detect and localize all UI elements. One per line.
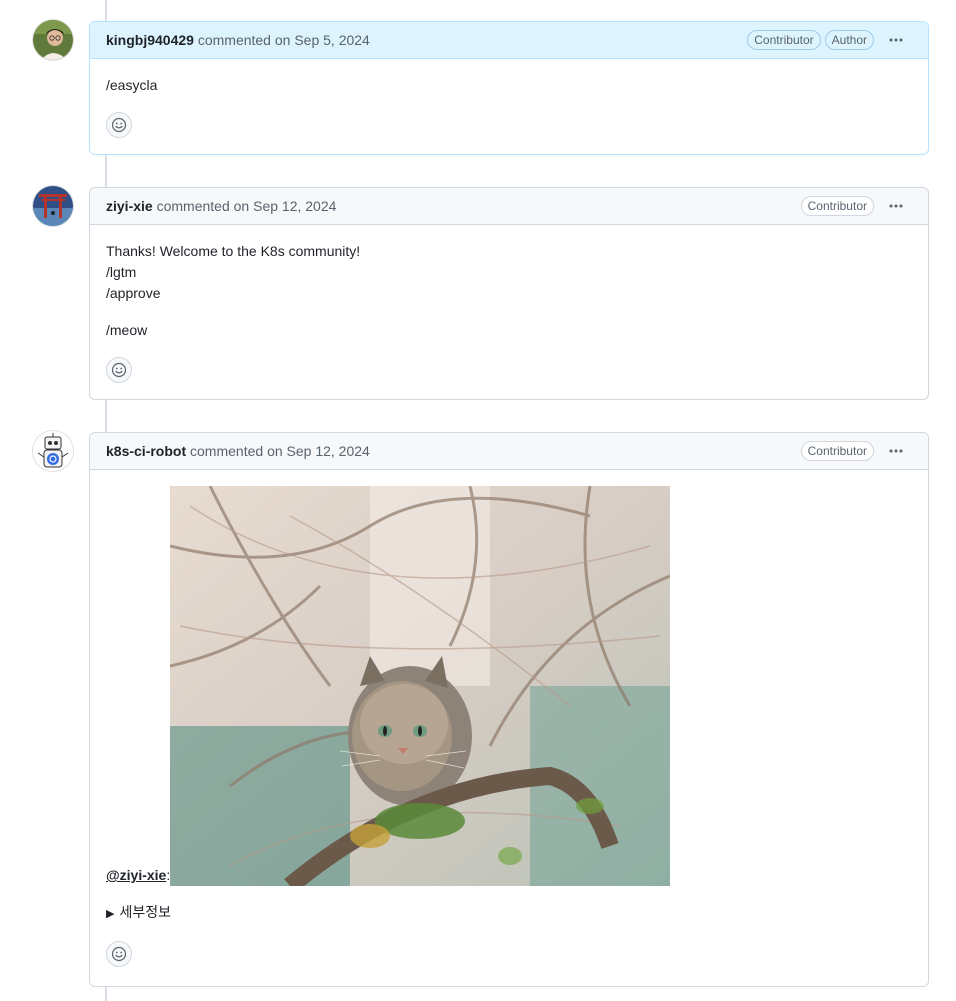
- contributor-badge: Contributor: [800, 196, 874, 216]
- comment-date-link[interactable]: on Sep 12, 2024: [234, 198, 337, 214]
- user-mention-link[interactable]: @ziyi-xie: [106, 867, 166, 883]
- contributor-badge: Contributor: [747, 30, 821, 50]
- comment-options-button[interactable]: [880, 26, 912, 54]
- details-label: 세부정보: [119, 904, 171, 920]
- comment-action-text: commented: [190, 443, 264, 459]
- avatar-kingbj940429[interactable]: [33, 20, 73, 60]
- kebab-horizontal-icon: [889, 38, 903, 42]
- add-reaction-button[interactable]: [106, 941, 132, 967]
- comment-header: ziyi-xie commented on Sep 12, 2024 Contr…: [90, 188, 928, 225]
- comment-author-link[interactable]: kingbj940429: [106, 32, 194, 48]
- comment-box: ziyi-xie commented on Sep 12, 2024 Contr…: [89, 187, 929, 400]
- comment-date-link[interactable]: on Sep 12, 2024: [267, 443, 370, 459]
- add-reaction-button[interactable]: [106, 357, 132, 383]
- comment-line: /approve: [106, 285, 161, 301]
- comment-body: @ziyi-xie: ▶ 세부정보: [90, 470, 928, 983]
- comment-options-button[interactable]: [880, 437, 912, 465]
- comment-author-link[interactable]: k8s-ci-robot: [106, 443, 186, 459]
- comment-author-link[interactable]: ziyi-xie: [106, 198, 153, 214]
- comment-body: /easycla: [90, 59, 928, 154]
- triangle-right-icon: ▶: [106, 908, 115, 920]
- comment-text: /easycla: [106, 77, 158, 93]
- smiley-icon: [111, 117, 127, 133]
- avatar-k8s-ci-robot[interactable]: [33, 431, 73, 471]
- comment-text: /meow: [106, 322, 148, 338]
- comment-line: Thanks! Welcome to the K8s community!: [106, 243, 361, 259]
- comment-box: kingbj940429 commented on Sep 5, 2024 Co…: [89, 21, 929, 155]
- cat-image: [170, 486, 671, 886]
- contributor-badge: Contributor: [800, 441, 874, 461]
- comment-box: k8s-ci-robot commented on Sep 12, 2024 C…: [89, 432, 929, 987]
- comment-body: Thanks! Welcome to the K8s community! /l…: [90, 225, 928, 399]
- comment-date-link[interactable]: on Sep 5, 2024: [275, 32, 370, 48]
- avatar-ziyi-xie[interactable]: [33, 186, 73, 226]
- author-badge: Author: [824, 30, 874, 50]
- comment-header: k8s-ci-robot commented on Sep 12, 2024 C…: [90, 433, 928, 470]
- comment-header: kingbj940429 commented on Sep 5, 2024 Co…: [90, 22, 928, 59]
- comment-text: Thanks! Welcome to the K8s community! /l…: [106, 241, 912, 304]
- comment-action-text: commented: [197, 32, 271, 48]
- details-toggle[interactable]: ▶ 세부정보: [106, 902, 912, 925]
- comment-line: /lgtm: [106, 264, 137, 280]
- smiley-icon: [111, 362, 127, 378]
- kebab-horizontal-icon: [889, 204, 903, 208]
- comment-text: @ziyi-xie:: [106, 486, 912, 886]
- smiley-icon: [111, 946, 127, 962]
- add-reaction-button[interactable]: [106, 112, 132, 138]
- kebab-horizontal-icon: [889, 449, 903, 453]
- comment-action-text: commented: [156, 198, 230, 214]
- comment-options-button[interactable]: [880, 192, 912, 220]
